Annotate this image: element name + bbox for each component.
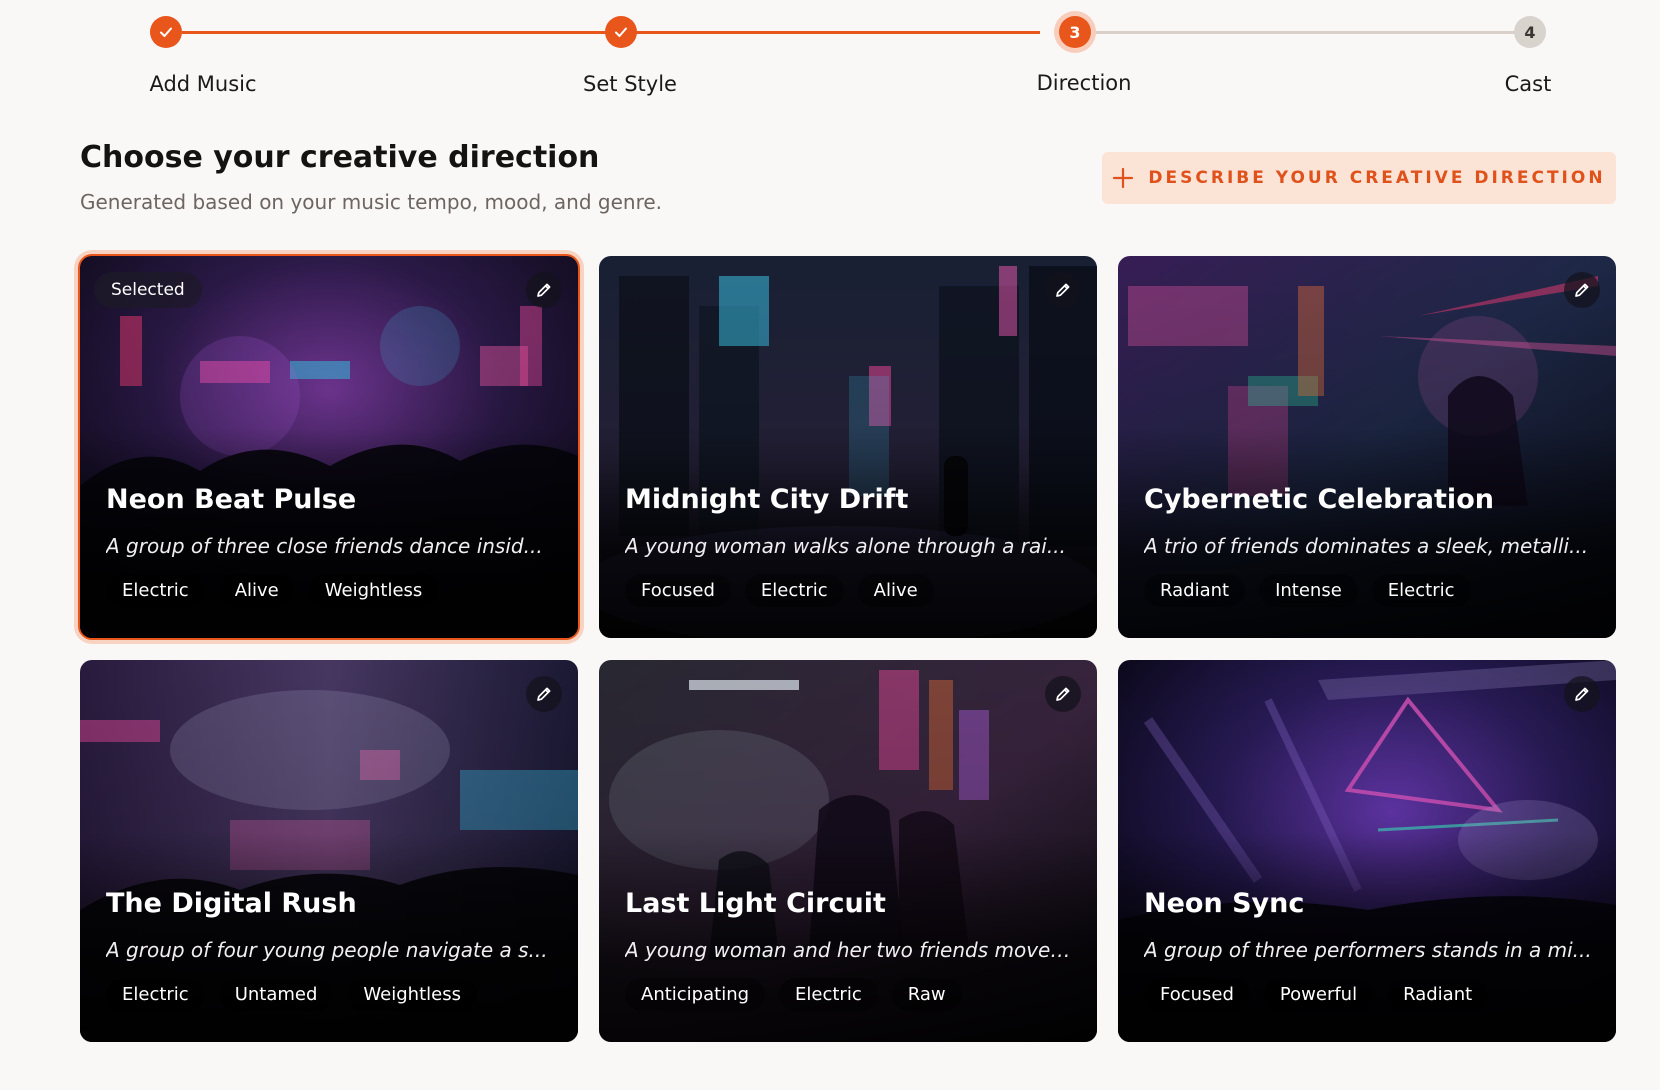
card-tags: Anticipating Electric Raw	[625, 978, 962, 1011]
direction-card-midnight-city-drift[interactable]: Midnight City Drift A young woman walks …	[599, 256, 1097, 638]
card-description: A trio of friends dominates a sleek, met…	[1144, 534, 1589, 558]
card-title: The Digital Rush	[106, 888, 357, 919]
card-description: A group of four young people navigate a …	[106, 938, 548, 962]
step-label-cast: Cast	[1504, 72, 1552, 96]
mood-tag: Alive	[218, 574, 295, 607]
direction-card-neon-sync[interactable]: Neon Sync A group of three performers st…	[1118, 660, 1616, 1042]
mood-tag: Electric	[744, 574, 844, 607]
step-2-check-icon[interactable]	[605, 16, 637, 48]
mood-tag: Electric	[1371, 574, 1471, 607]
page-title: Choose your creative direction	[80, 140, 600, 175]
card-tags: Electric Alive Weightless	[106, 574, 439, 607]
mood-tag: Alive	[857, 574, 934, 607]
card-tags: Radiant Intense Electric	[1144, 574, 1471, 607]
step-4-number[interactable]: 4	[1514, 16, 1546, 48]
card-tags: Focused Powerful Radiant	[1144, 978, 1489, 1011]
card-description: A group of three performers stands in a …	[1144, 938, 1592, 962]
step-1-check-icon[interactable]	[150, 16, 182, 48]
describe-direction-label: DESCRIBE YOUR CREATIVE DIRECTION	[1148, 168, 1606, 188]
mood-tag: Radiant	[1387, 978, 1489, 1011]
direction-card-cybernetic-celebration[interactable]: Cybernetic Celebration A trio of friends…	[1118, 256, 1616, 638]
stepper-track-todo	[1075, 31, 1530, 34]
mood-tag: Electric	[106, 574, 205, 607]
describe-direction-button[interactable]: DESCRIBE YOUR CREATIVE DIRECTION	[1102, 152, 1616, 204]
step-3-number[interactable]: 3	[1059, 16, 1091, 48]
card-description: A young woman walks alone through a rai.…	[625, 534, 1066, 558]
page-subtitle: Generated based on your music tempo, moo…	[80, 190, 663, 214]
direction-card-neon-beat-pulse[interactable]: Selected Neon Beat Pulse A group of thre…	[78, 254, 580, 640]
card-tags: Focused Electric Alive	[625, 574, 934, 607]
card-title: Midnight City Drift	[625, 484, 909, 515]
card-title: Neon Sync	[1144, 888, 1305, 919]
selected-badge: Selected	[94, 272, 202, 308]
mood-tag: Powerful	[1263, 978, 1374, 1011]
step-label-set-style: Set Style	[583, 72, 677, 96]
card-tags: Electric Untamed Weightless	[106, 978, 477, 1011]
card-description: A group of three close friends dance ins…	[106, 534, 543, 558]
card-title: Cybernetic Celebration	[1144, 484, 1494, 515]
mood-tag: Electric	[106, 978, 205, 1011]
direction-card-the-digital-rush[interactable]: The Digital Rush A group of four young p…	[80, 660, 578, 1042]
mood-tag: Radiant	[1144, 574, 1246, 607]
step-label-direction: Direction	[1036, 71, 1132, 95]
progress-stepper: 3 4 Add Music Set Style Direction Cast	[0, 0, 1660, 110]
edit-icon[interactable]	[1045, 676, 1081, 712]
edit-icon[interactable]	[1045, 272, 1081, 308]
edit-icon[interactable]	[1564, 272, 1600, 308]
edit-icon[interactable]	[526, 676, 562, 712]
mood-tag: Anticipating	[625, 978, 766, 1011]
mood-tag: Electric	[779, 978, 878, 1011]
plus-icon	[1113, 167, 1134, 189]
mood-tag: Focused	[1144, 978, 1250, 1011]
mood-tag: Focused	[625, 574, 731, 607]
mood-tag: Weightless	[347, 978, 477, 1011]
mood-tag: Weightless	[308, 574, 439, 607]
edit-icon[interactable]	[526, 272, 562, 308]
card-description: A young woman and her two friends move .…	[625, 938, 1073, 962]
edit-icon[interactable]	[1564, 676, 1600, 712]
card-title: Last Light Circuit	[625, 888, 886, 919]
mood-tag: Untamed	[218, 978, 334, 1011]
direction-card-last-light-circuit[interactable]: Last Light Circuit A young woman and her…	[599, 660, 1097, 1042]
step-label-add-music: Add Music	[149, 72, 257, 96]
mood-tag: Intense	[1259, 574, 1358, 607]
mood-tag: Raw	[891, 978, 962, 1011]
card-title: Neon Beat Pulse	[106, 484, 357, 515]
